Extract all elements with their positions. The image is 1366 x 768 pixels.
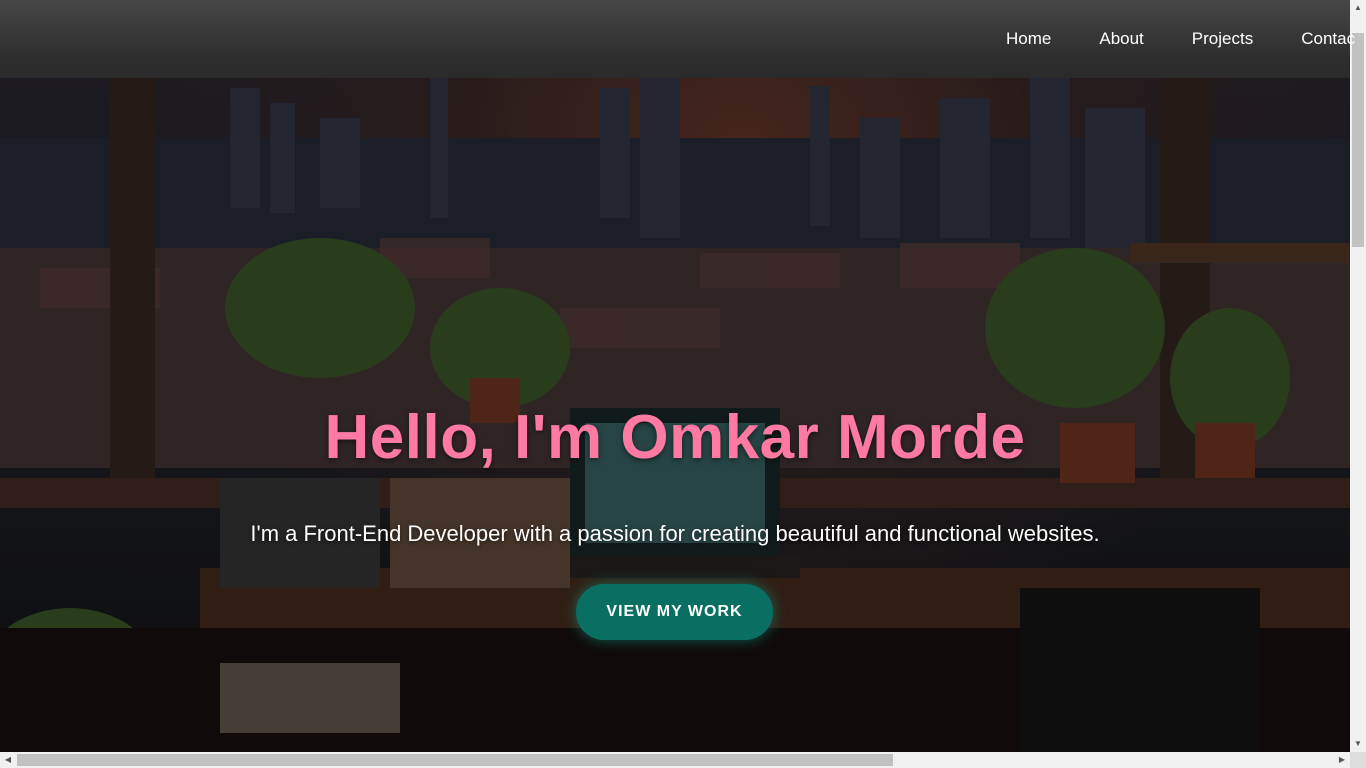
nav-link-home[interactable]: Home	[1006, 29, 1051, 49]
nav-link-contact[interactable]: Contac	[1301, 29, 1355, 49]
horizontal-scrollbar-thumb[interactable]	[17, 754, 893, 766]
horizontal-scrollbar[interactable]: ◀ ▶	[0, 752, 1350, 768]
nav-link-about[interactable]: About	[1099, 29, 1143, 49]
scrollbar-corner	[1350, 752, 1366, 768]
right-arrow-icon[interactable]: ▶	[1334, 752, 1350, 768]
vertical-scrollbar[interactable]: ▲ ▼	[1350, 0, 1366, 752]
view-my-work-button[interactable]: VIEW MY WORK	[576, 584, 773, 640]
hero-section: Hello, I'm Omkar Morde I'm a Front-End D…	[0, 78, 1350, 752]
nav-links: Home About Projects Contac	[982, 0, 1366, 78]
nav-link-projects[interactable]: Projects	[1192, 29, 1253, 49]
left-arrow-icon[interactable]: ◀	[0, 752, 16, 768]
top-navbar: Home About Projects Contac	[0, 0, 1355, 78]
hero-title: Hello, I'm Omkar Morde	[324, 403, 1026, 472]
hero-subtitle: I'm a Front-End Developer with a passion…	[250, 521, 1100, 546]
down-arrow-icon[interactable]: ▼	[1350, 736, 1366, 752]
